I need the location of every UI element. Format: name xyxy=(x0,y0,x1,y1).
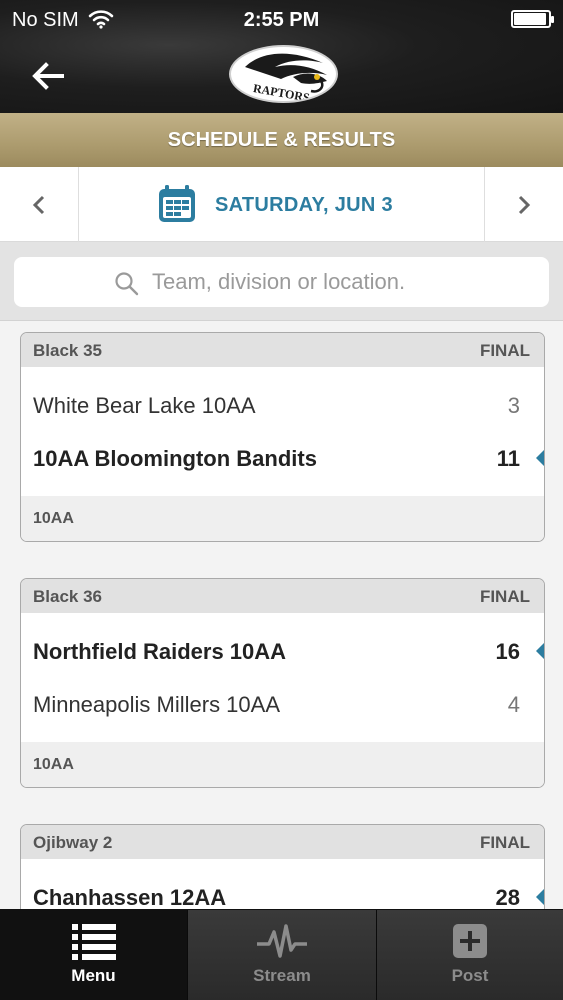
game-footer: 10AA xyxy=(21,742,544,787)
previous-day-button[interactable] xyxy=(0,167,79,242)
game-header: Ojibway 2 FINAL xyxy=(21,825,544,859)
team-row: Chanhassen 12AA 28 xyxy=(21,871,544,909)
team-score: 3 xyxy=(507,393,520,418)
raptors-logo-icon: RAPTORS xyxy=(245,53,327,103)
team-name: Northfield Raiders 10AA xyxy=(33,639,287,664)
team-score: 4 xyxy=(507,692,520,717)
game-card[interactable]: Black 36 FINAL Northfield Raiders 10AA 1… xyxy=(20,578,545,788)
status-bar: No SIM 2:55 PM xyxy=(0,0,563,40)
game-card[interactable]: Black 35 FINAL White Bear Lake 10AA 3 10… xyxy=(20,332,545,542)
tab-post[interactable]: Post xyxy=(377,910,563,1000)
battery-level xyxy=(514,13,547,25)
team-logo[interactable]: RAPTORS xyxy=(229,45,338,103)
game-venue: Ojibway 2 xyxy=(33,833,113,852)
game-footer: 10AA xyxy=(21,496,544,541)
calendar-icon xyxy=(159,185,195,222)
team-name: 10AA Bloomington Bandits xyxy=(33,446,317,471)
games-list[interactable]: Black 35 FINAL White Bear Lake 10AA 3 10… xyxy=(0,321,563,909)
selected-date: SATURDAY, JUN 3 xyxy=(215,194,393,216)
game-division: 10AA xyxy=(33,756,74,773)
game-venue: Black 35 xyxy=(33,341,102,360)
date-navigator: SATURDAY, JUN 3 xyxy=(0,167,563,242)
back-button[interactable] xyxy=(28,58,68,94)
team-name: Chanhassen 12AA xyxy=(33,885,227,909)
next-day-button[interactable] xyxy=(484,167,563,242)
search-icon xyxy=(115,272,139,296)
search-input[interactable] xyxy=(152,266,532,298)
winner-indicator-icon xyxy=(536,889,544,905)
tab-bar: Menu Stream Post xyxy=(0,909,563,1000)
chevron-right-icon xyxy=(518,195,531,215)
team-name: Minneapolis Millers 10AA xyxy=(33,692,280,717)
tab-menu[interactable]: Menu xyxy=(0,910,187,1000)
game-division: 10AA xyxy=(33,510,74,527)
clock: 2:55 PM xyxy=(243,9,320,31)
team-score: 11 xyxy=(496,446,520,471)
game-card[interactable]: Ojibway 2 FINAL Chanhassen 12AA 28 xyxy=(20,824,545,909)
team-score: 28 xyxy=(495,885,520,909)
team-row: White Bear Lake 10AA 3 xyxy=(21,379,544,432)
tab-label: Post xyxy=(451,966,489,985)
app-header: No SIM 2:55 PM RAPTORS xyxy=(0,0,563,113)
game-header: Black 36 FINAL xyxy=(21,579,544,613)
winner-indicator-icon xyxy=(536,450,544,466)
team-score: 16 xyxy=(495,639,520,664)
chevron-left-icon xyxy=(32,195,45,215)
search-box[interactable] xyxy=(14,257,549,307)
battery-icon xyxy=(511,10,554,28)
pulse-icon xyxy=(257,924,307,958)
search-area xyxy=(0,242,563,321)
tab-label: Menu xyxy=(71,966,116,985)
date-picker-button[interactable]: SATURDAY, JUN 3 xyxy=(79,167,484,242)
team-row: 10AA Bloomington Bandits 11 xyxy=(21,432,544,485)
logo-text: RAPTORS xyxy=(252,81,311,103)
plus-box-icon xyxy=(453,924,487,958)
team-name: White Bear Lake 10AA xyxy=(33,393,256,418)
tab-label: Stream xyxy=(253,966,311,985)
team-row: Northfield Raiders 10AA 16 xyxy=(21,625,544,678)
game-status: FINAL xyxy=(479,341,530,360)
game-header: Black 35 FINAL xyxy=(21,333,544,367)
game-venue: Black 36 xyxy=(33,587,102,606)
game-status: FINAL xyxy=(479,833,530,852)
page-title: SCHEDULE & RESULTS xyxy=(0,113,563,167)
tab-stream[interactable]: Stream xyxy=(188,910,376,1000)
winner-indicator-icon xyxy=(536,643,544,659)
game-status: FINAL xyxy=(479,587,530,606)
back-arrow-icon xyxy=(32,62,64,90)
team-row: Minneapolis Millers 10AA 4 xyxy=(21,678,544,731)
menu-list-icon xyxy=(71,924,116,960)
